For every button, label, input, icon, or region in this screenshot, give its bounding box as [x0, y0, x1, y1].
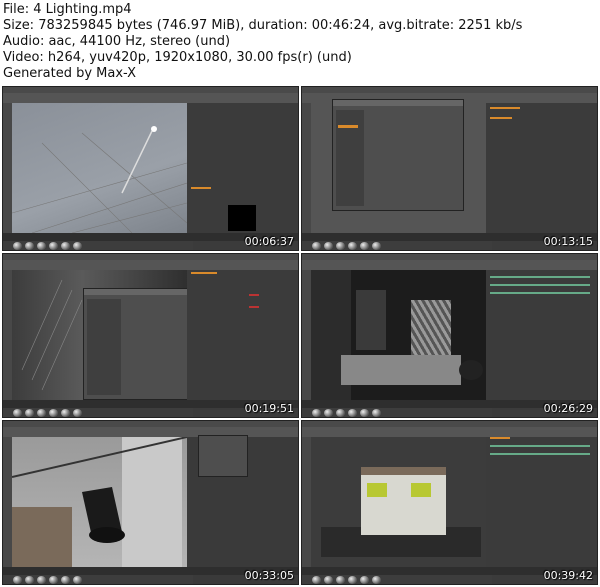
info-header: File: 4 Lighting.mp4 Size: 783259845 byt… — [0, 0, 600, 86]
left-toolbar — [302, 437, 311, 567]
video-info-line: Video: h264, yuv420p, 1920x1080, 30.00 f… — [3, 50, 352, 65]
timestamp: 00:13:15 — [543, 235, 593, 248]
audio-info-line: Audio: aac, 44100 Hz, stereo (und) — [3, 34, 231, 49]
left-toolbar — [3, 103, 12, 233]
timestamp: 00:33:05 — [244, 569, 294, 582]
left-toolbar — [3, 437, 12, 567]
thumbnail-6[interactable]: 00:39:42 — [301, 420, 598, 585]
timestamp: 00:19:51 — [244, 402, 294, 415]
viewport — [12, 437, 187, 567]
timestamp: 00:06:37 — [244, 235, 294, 248]
viewport — [12, 103, 187, 233]
file-size-line: Size: 783259845 bytes (746.97 MiB), dura… — [3, 18, 523, 33]
timestamp: 00:26:29 — [543, 402, 593, 415]
object-manager — [486, 437, 597, 584]
toolbar — [302, 260, 597, 270]
thumbnail-2[interactable]: 00:13:15 — [301, 86, 598, 251]
toolbar — [3, 260, 298, 270]
left-toolbar — [302, 103, 311, 233]
toolbar — [302, 427, 597, 437]
viewport — [311, 437, 486, 567]
thumbnail-1[interactable]: 00:06:37 — [2, 86, 299, 251]
object-manager — [187, 270, 298, 417]
thumbnail-5[interactable]: 00:33:05 — [2, 420, 299, 585]
timestamp: 00:39:42 — [543, 569, 593, 582]
generator-line: Generated by Max-X — [3, 66, 137, 81]
thumbnail-4[interactable]: 00:26:29 — [301, 253, 598, 418]
viewport — [311, 270, 486, 400]
left-toolbar — [302, 270, 311, 400]
file-name-line: File: 4 Lighting.mp4 — [3, 2, 132, 17]
toolbar — [3, 427, 298, 437]
thumbnail-3[interactable]: 00:19:51 — [2, 253, 299, 418]
render-settings-dialog — [332, 99, 464, 211]
context-menu — [198, 435, 248, 477]
toolbar — [3, 93, 298, 103]
left-toolbar — [3, 270, 12, 400]
object-manager — [486, 103, 597, 250]
